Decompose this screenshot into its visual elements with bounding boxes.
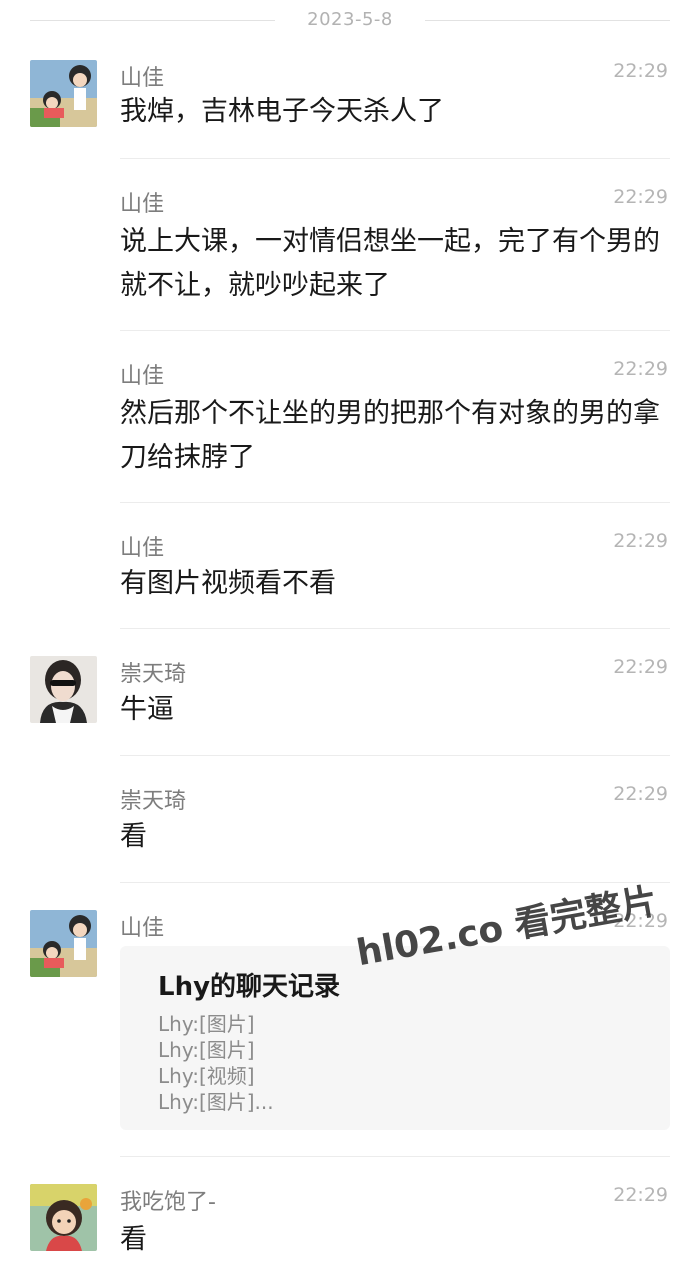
- message-time: 22:29: [613, 530, 668, 552]
- message-item[interactable]: 山佳 22:29 然后那个不让坐的男的把那个有对象的男的拿刀给抹脖了: [0, 358, 700, 498]
- sender-name: 山佳: [120, 916, 165, 941]
- sender-name: 山佳: [120, 536, 165, 561]
- avatar[interactable]: [30, 910, 97, 977]
- avatar[interactable]: [30, 60, 97, 127]
- chat-record-line: Lhy:[图片]: [158, 1012, 255, 1036]
- cartoon-girl-avatar-icon: [30, 1184, 97, 1251]
- message-item[interactable]: 崇天琦 22:29 看: [0, 783, 700, 873]
- message-divider: [120, 158, 670, 159]
- message-text: 然后那个不让坐的男的把那个有对象的男的拿刀给抹脖了: [120, 398, 660, 473]
- message-text: 我焯，吉林电子今天杀人了: [120, 96, 444, 127]
- chat-history-page: 2023-5-8 山佳 22:29 我焯，吉林电子今天杀人了 山佳 22:29 …: [0, 0, 700, 1280]
- message-item[interactable]: 山佳 22:29 有图片视频看不看: [0, 530, 700, 620]
- message-text: 看: [120, 1224, 147, 1255]
- message-text: 说上大课，一对情侣想坐一起，完了有个男的就不让，就吵吵起来了: [120, 226, 660, 301]
- date-separator: 2023-5-8: [0, 0, 700, 40]
- chat-record-title: Lhy的聊天记录: [158, 972, 341, 1002]
- message-text: 牛逼: [120, 694, 174, 725]
- message-divider: [120, 502, 670, 503]
- sender-name: 崇天琦: [120, 789, 187, 814]
- cartoon-avatar-icon: [30, 910, 97, 977]
- sender-name: 山佳: [120, 192, 165, 217]
- message-item[interactable]: 我吃饱了- 22:29 看: [0, 1184, 700, 1274]
- sender-name: 山佳: [120, 66, 165, 91]
- person-avatar-icon: [30, 656, 97, 723]
- message-divider: [120, 330, 670, 331]
- sender-name: 崇天琦: [120, 662, 187, 687]
- message-divider: [120, 1156, 670, 1157]
- avatar[interactable]: [30, 1184, 97, 1251]
- message-time: 22:29: [613, 186, 668, 208]
- avatar[interactable]: [30, 656, 97, 723]
- chat-record-card[interactable]: Lhy的聊天记录 Lhy:[图片] Lhy:[图片] Lhy:[视频] Lhy:…: [120, 946, 670, 1130]
- message-item[interactable]: 山佳 22:29 说上大课，一对情侣想坐一起，完了有个男的就不让，就吵吵起来了: [0, 186, 700, 326]
- sender-name: 山佳: [120, 364, 165, 389]
- chat-record-line: Lhy:[视频]: [158, 1064, 255, 1088]
- chat-record-line: Lhy:[图片]...: [158, 1090, 274, 1114]
- message-divider: [120, 755, 670, 756]
- message-time: 22:29: [613, 656, 668, 678]
- date-separator-line-right: [425, 20, 670, 21]
- message-text: 有图片视频看不看: [120, 568, 336, 599]
- message-item[interactable]: 崇天琦 22:29 牛逼: [0, 656, 700, 746]
- sender-name: 我吃饱了-: [120, 1190, 216, 1215]
- chat-record-line: Lhy:[图片]: [158, 1038, 255, 1062]
- message-time: 22:29: [613, 358, 668, 380]
- cartoon-avatar-icon: [30, 60, 97, 127]
- message-time: 22:29: [613, 1184, 668, 1206]
- date-separator-line-left: [30, 20, 275, 21]
- message-item[interactable]: 山佳 22:29 我焯，吉林电子今天杀人了: [0, 60, 700, 160]
- date-separator-text: 2023-5-8: [307, 9, 393, 30]
- message-time: 22:29: [613, 783, 668, 805]
- message-text: 看: [120, 821, 147, 852]
- message-time: 22:29: [613, 60, 668, 82]
- message-divider: [120, 628, 670, 629]
